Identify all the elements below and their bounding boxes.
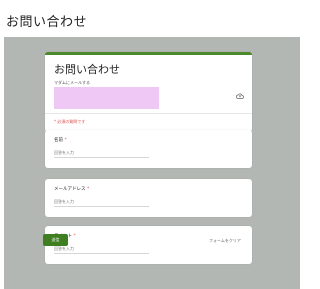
required-mark: *: [64, 138, 67, 143]
question-card-comment: コメント * 回答を入力: [45, 226, 252, 264]
submit-button[interactable]: 送信: [43, 234, 68, 246]
question-card-email: メールアドレス * 回答を入力: [45, 179, 252, 217]
cloud-icon[interactable]: [236, 93, 244, 99]
required-note: * 必須の質問です: [54, 119, 86, 124]
question-label-text: メールアドレス: [54, 187, 86, 192]
header-divider: [45, 113, 252, 114]
question-card-name: 名前 * 回答を入力: [45, 130, 252, 168]
required-mark: *: [73, 234, 76, 239]
page-title: お問い合わせ: [6, 15, 88, 30]
form-title: お問い合わせ: [54, 63, 120, 76]
required-mark: *: [86, 187, 90, 192]
form-background: お問い合わせ マダムにメールする * 必須の質問です 名前 * 回答を入力 メー…: [4, 37, 300, 289]
question-label-name: 名前 *: [54, 137, 67, 143]
email-input[interactable]: 回答を入力: [54, 198, 149, 207]
clear-form-link[interactable]: フォームをクリア: [209, 238, 241, 244]
account-label: マダムにメールする: [54, 80, 90, 85]
name-input[interactable]: 回答を入力: [54, 149, 149, 158]
form-header-card: お問い合わせ マダムにメールする * 必須の質問です: [45, 52, 252, 132]
redacted-account-mask: [54, 87, 159, 109]
comment-input[interactable]: 回答を入力: [54, 245, 149, 254]
question-label-email: メールアドレス *: [54, 186, 89, 192]
question-label-text: 名前: [54, 138, 63, 143]
